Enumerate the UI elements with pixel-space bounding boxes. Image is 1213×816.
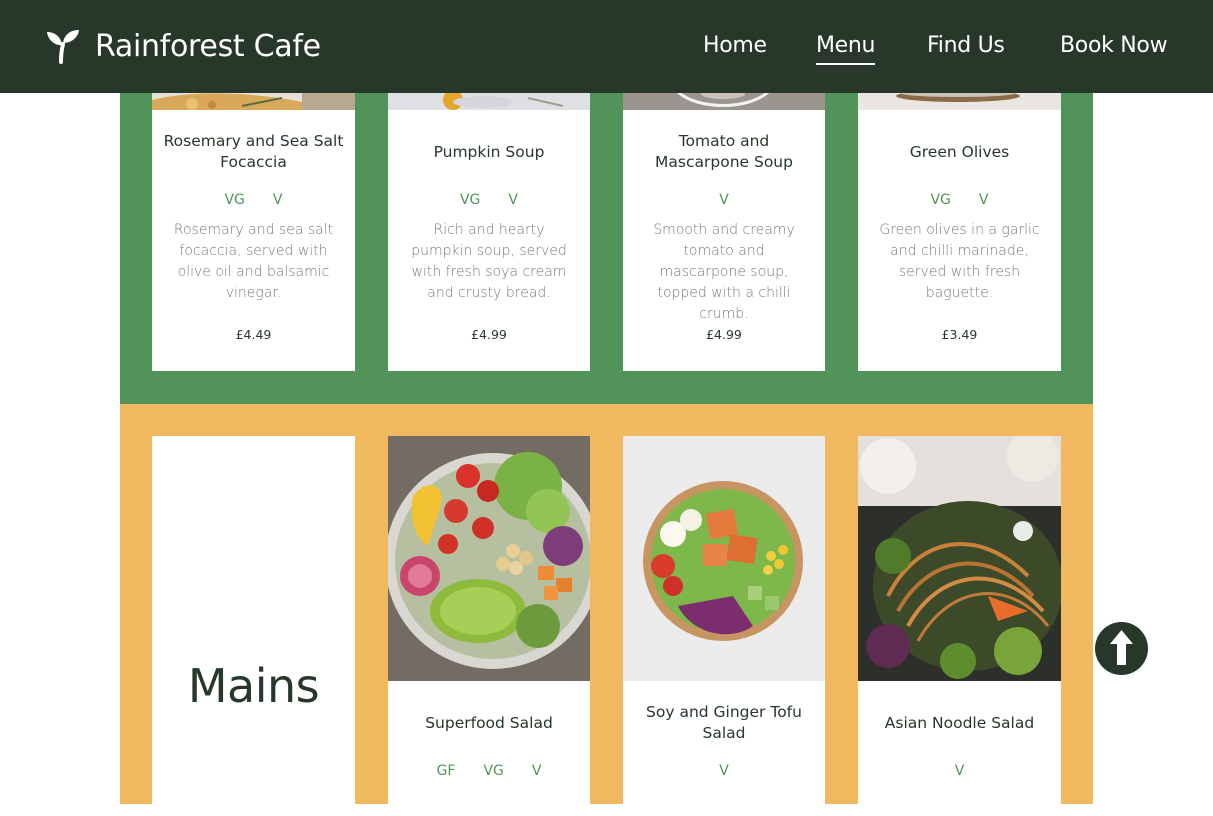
tag-v: V xyxy=(978,192,989,208)
section-heading: Mains xyxy=(187,659,320,713)
nav-home[interactable]: Home xyxy=(703,30,767,64)
dietary-tags: V xyxy=(623,190,825,210)
tag-vg: VG xyxy=(930,192,951,208)
card-description: Rich and hearty pumpkin soup, served wit… xyxy=(411,222,567,301)
card-description: Rosemary and sea salt focaccia, served w… xyxy=(173,222,334,301)
tag-v: V xyxy=(531,763,542,779)
tag-v: V xyxy=(719,192,729,208)
menu-card: Superfood Salad GF VG V xyxy=(388,436,590,816)
mains-heading-card: Mains xyxy=(152,436,355,816)
tag-v: V xyxy=(954,763,965,779)
brand-name[interactable]: Rainforest Cafe xyxy=(95,28,321,66)
card-title: Soy and Ginger Tofu Salad xyxy=(646,703,802,742)
menu-card: Asian Noodle Salad V xyxy=(858,436,1061,816)
dietary-tags: VG V xyxy=(858,190,1061,210)
card-title: Pumpkin Soup xyxy=(433,143,545,161)
card-title: Tomato and Mascarpone Soup xyxy=(655,132,793,171)
nav-find-us[interactable]: Find Us xyxy=(927,30,1005,64)
menu-card: Green Olives VG V Green olives in a garli… xyxy=(858,60,1061,371)
nav-menu[interactable]: Menu xyxy=(816,30,876,65)
dietary-tags: VG V xyxy=(152,190,355,210)
tag-vg: VG xyxy=(459,192,481,208)
superfood-salad-image xyxy=(388,436,590,681)
asian-noodle-salad-image xyxy=(858,436,1061,681)
card-price: £4.49 xyxy=(235,327,272,342)
card-price: £3.49 xyxy=(941,327,978,342)
card-title: Green Olives xyxy=(909,143,1010,161)
mains-section: Mains Superfood Salad GF VG V Soy and Gi… xyxy=(120,404,1093,816)
dietary-tags: GF VG V xyxy=(388,761,590,781)
tag-vg: VG xyxy=(224,192,245,208)
card-price: £4.99 xyxy=(706,327,742,342)
site-header: Rainforest Cafe Home Menu Find Us Book N… xyxy=(0,0,1213,93)
card-title: Asian Noodle Salad xyxy=(884,714,1035,732)
back-to-top-button[interactable] xyxy=(1095,622,1148,675)
tag-gf: GF xyxy=(436,763,456,779)
tag-vg: VG xyxy=(483,763,504,779)
menu-card: Soy and Ginger Tofu Salad V xyxy=(623,436,825,816)
tag-v: V xyxy=(719,763,729,779)
card-title: Superfood Salad xyxy=(425,714,553,732)
card-price: £4.99 xyxy=(471,327,507,342)
arrow-up-icon xyxy=(1110,630,1133,665)
dietary-tags: V xyxy=(623,761,825,781)
starters-section: Rosemary and Sea Salt Focaccia VG V Rosem… xyxy=(120,60,1093,404)
card-description: Green olives in a garlic and chilli mari… xyxy=(879,222,1040,301)
dietary-tags: V xyxy=(858,761,1061,781)
menu-card: Tomato and Mascarpone Soup V Smooth and … xyxy=(623,60,825,371)
dietary-tags: VG V xyxy=(388,190,590,210)
menu-card: Pumpkin Soup VG V Rich and hearty pumpkin… xyxy=(388,60,590,371)
card-title: Rosemary and Sea Salt Focaccia xyxy=(163,132,344,171)
tag-v: V xyxy=(508,192,518,208)
tofu-salad-image xyxy=(623,436,825,681)
nav-book-now[interactable]: Book Now xyxy=(1060,30,1168,64)
card-description: Smooth and creamy tomato and mascarpone … xyxy=(653,222,795,322)
menu-card: Rosemary and Sea Salt Focaccia VG V Rosem… xyxy=(152,60,355,371)
tag-v: V xyxy=(272,192,283,208)
sprout-icon[interactable] xyxy=(45,28,81,64)
